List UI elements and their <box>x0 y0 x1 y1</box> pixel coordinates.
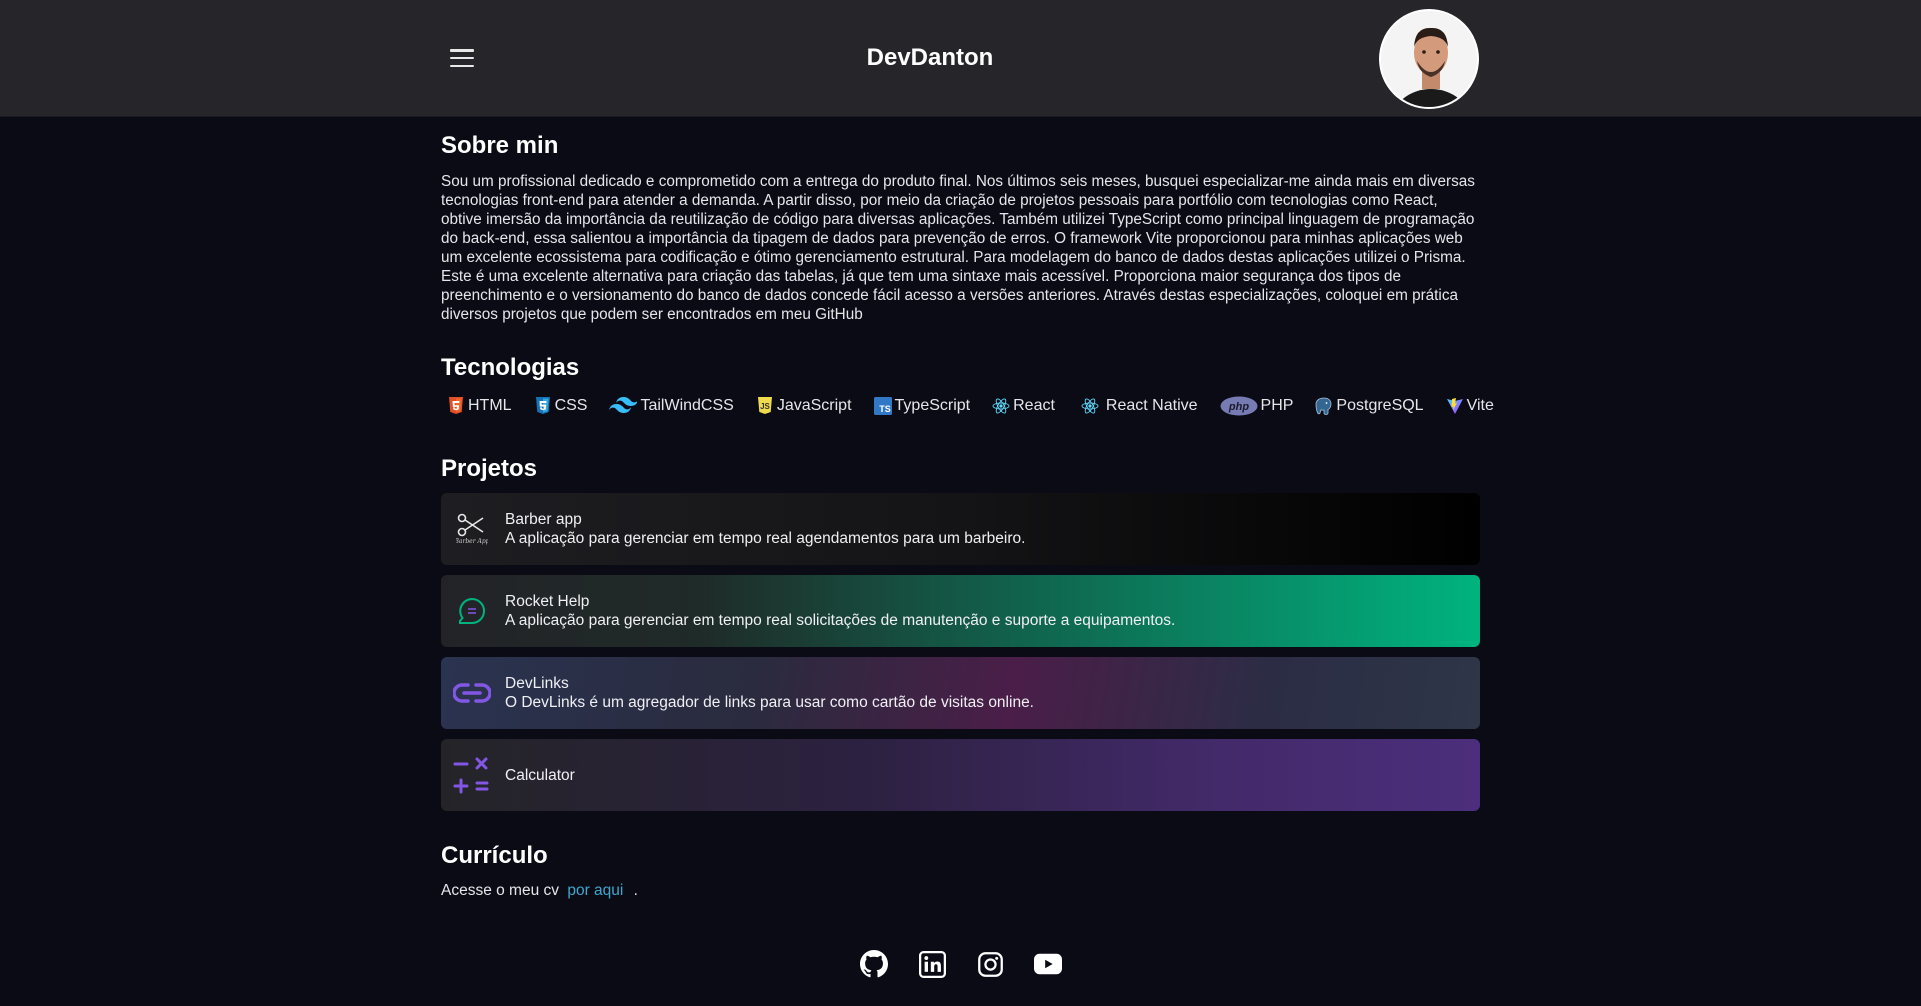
scissors-icon: Barber App <box>451 508 493 550</box>
svg-text:php: php <box>1227 401 1248 413</box>
cv-heading: Currículo <box>441 842 548 869</box>
project-name: DevLinks <box>505 675 569 692</box>
tech-item-php: php PHP <box>1219 396 1294 416</box>
cv-suffix: . <box>633 882 638 899</box>
cv-prefix: Acesse o meu cv <box>441 882 560 899</box>
tech-item-javascript: JS JavaScript <box>755 396 852 416</box>
typescript-icon: TS <box>873 396 893 416</box>
cv-line: Acesse o meu cv por aqui . <box>441 882 638 900</box>
tech-label: TypeScript <box>894 397 971 414</box>
tech-item-tailwind: TailWindCSS <box>608 396 734 416</box>
about-paragraph: Sou um profissional dedicado e compromet… <box>441 173 1475 323</box>
instagram-icon[interactable] <box>976 950 1004 978</box>
project-name: Calculator <box>505 766 575 784</box>
cv-link[interactable]: por aqui <box>567 882 623 899</box>
html5-icon <box>446 396 466 416</box>
tech-label: React Native <box>1105 397 1198 414</box>
github-icon[interactable] <box>860 950 888 978</box>
brand-title: DevDanton <box>866 44 994 71</box>
youtube-icon[interactable] <box>1034 950 1062 978</box>
tech-label: Vite <box>1466 397 1494 414</box>
tech-item-css: CSS <box>533 396 588 416</box>
tech-label: PostgreSQL <box>1336 397 1424 414</box>
social-links <box>860 950 1062 978</box>
project-card-devlinks[interactable]: DevLinks O DevLinks é um agregador de li… <box>441 657 1480 729</box>
tech-item-typescript: TS TypeScript <box>873 396 971 416</box>
react-native-icon <box>1080 396 1100 416</box>
tech-item-postgresql: PostgreSQL <box>1314 396 1424 416</box>
project-card-barber-app[interactable]: Barber App Barber app A aplicação para g… <box>441 493 1480 565</box>
tech-item-vite: Vite <box>1445 396 1494 416</box>
projects-heading: Projetos <box>441 455 538 482</box>
svg-text:TS: TS <box>879 404 891 414</box>
css3-icon <box>533 396 553 416</box>
react-icon <box>991 396 1011 416</box>
javascript-icon: JS <box>755 396 775 416</box>
project-card-calculator[interactable]: Calculator <box>441 739 1480 811</box>
svg-text:JS: JS <box>760 402 770 411</box>
calculator-icon <box>451 754 493 796</box>
tech-item-html: HTML <box>446 396 512 416</box>
postgresql-icon <box>1314 396 1334 416</box>
linkedin-icon[interactable] <box>918 950 946 978</box>
vite-icon <box>1445 396 1465 416</box>
tech-label: HTML <box>468 397 512 414</box>
project-name: Barber app <box>505 511 582 528</box>
project-description: O DevLinks é um agregador de links para … <box>505 694 1034 711</box>
tech-label: JavaScript <box>776 397 852 414</box>
tech-label: PHP <box>1260 397 1294 414</box>
tech-heading: Tecnologias <box>441 354 580 381</box>
svg-text:Barber App: Barber App <box>456 538 488 545</box>
tech-label: CSS <box>554 397 588 414</box>
tech-label: React <box>1013 397 1055 414</box>
tech-list: HTML CSS TailWindCSS JS JavaScript TS Ty… <box>446 396 1494 416</box>
tech-label: TailWindCSS <box>640 397 734 414</box>
project-description: A aplicação para gerenciar em tempo real… <box>505 612 1176 629</box>
tailwind-icon <box>608 396 638 416</box>
link-icon <box>451 672 493 714</box>
tech-item-react: React <box>991 396 1055 416</box>
chat-bubble-icon <box>451 590 493 632</box>
projects-list: Barber App Barber app A aplicação para g… <box>441 493 1480 821</box>
about-heading: Sobre min <box>441 132 559 159</box>
project-card-rocket-help[interactable]: Rocket Help A aplicação para gerenciar e… <box>441 575 1480 647</box>
tech-item-react-native: React Native <box>1080 396 1198 416</box>
profile-avatar[interactable] <box>1379 9 1479 109</box>
project-description: A aplicação para gerenciar em tempo real… <box>505 530 1026 547</box>
top-bar: DevDanton <box>0 0 1921 117</box>
project-name: Rocket Help <box>505 593 590 610</box>
php-icon: php <box>1219 396 1259 416</box>
